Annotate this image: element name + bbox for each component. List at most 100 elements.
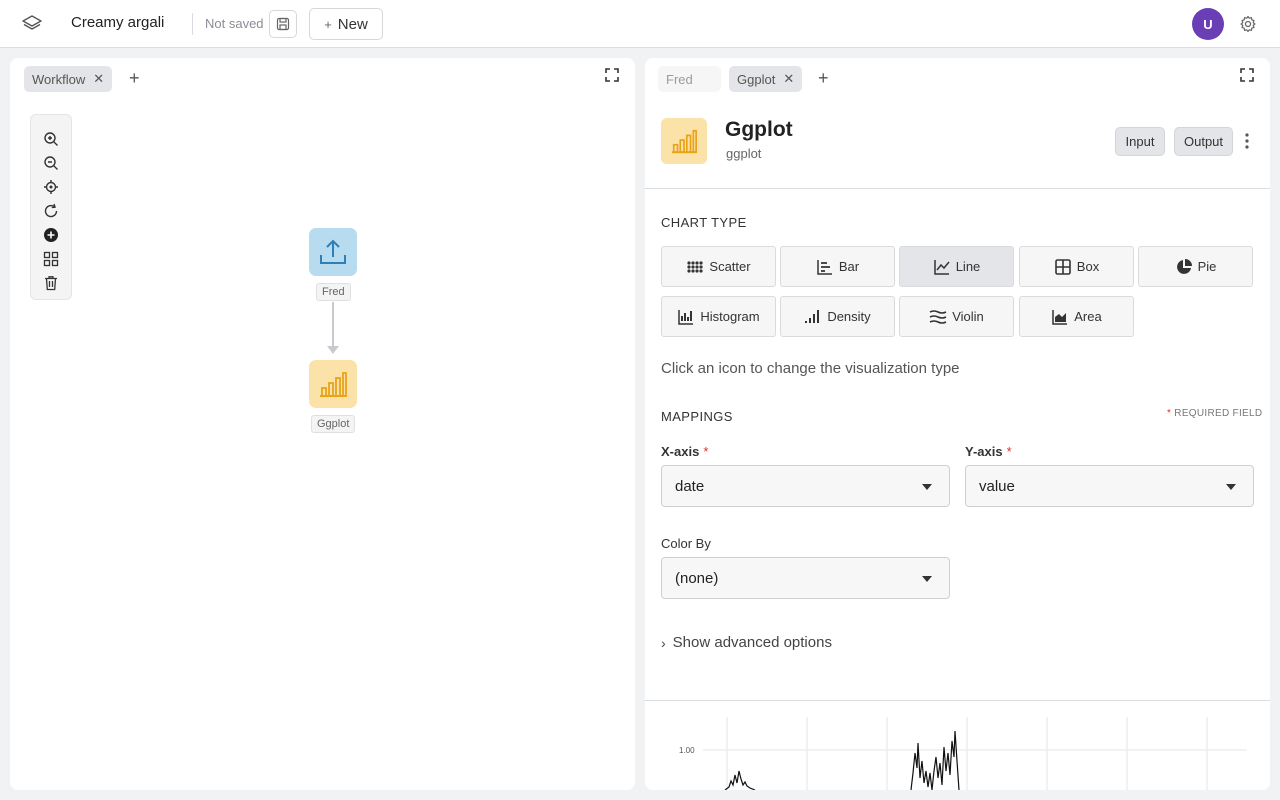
required-star: * [703,444,709,459]
refresh-icon[interactable] [42,202,60,220]
histogram-icon [678,309,694,325]
more-options-icon[interactable] [1245,133,1249,149]
density-icon [805,309,820,323]
close-icon[interactable]: ✕ [93,71,104,87]
fullscreen-icon[interactable] [1240,68,1254,82]
show-advanced-toggle[interactable]: › Show advanced options [661,634,832,651]
node-subtitle: ggplot [726,146,762,161]
chart-type-box[interactable]: Box [1019,246,1134,287]
y-tick-label: 1.00 [679,746,695,755]
box-icon [1054,258,1071,275]
save-icon [276,17,290,31]
chevron-right-icon: › [661,634,666,651]
area-icon [1052,309,1068,325]
input-button[interactable]: Input [1115,127,1165,156]
output-button[interactable]: Output [1174,127,1233,156]
node-label-fred: Fred [316,283,351,301]
chart-type-label: Area [1074,309,1102,324]
chart-type-line[interactable]: Line [899,246,1014,287]
caret-down-icon [922,484,932,490]
chart-type-label: Scatter [709,259,751,274]
line-icon [933,259,950,275]
app-title[interactable]: Creamy argali [71,14,164,31]
color-by-select[interactable]: (none) [661,557,950,599]
caret-down-icon [1226,484,1236,490]
chart-type-label: Box [1076,259,1100,274]
series-line [724,770,756,790]
locate-icon[interactable] [42,178,60,196]
chart-preview: 1.00 [645,713,1270,790]
node-icon [661,118,707,164]
chart-type-label: Violin [952,309,984,324]
chart-type-label: Bar [838,259,860,274]
chart-type-bar[interactable]: Bar [780,246,895,287]
fullscreen-icon[interactable] [605,68,619,82]
chart-type-histogram[interactable]: Histogram [661,296,776,337]
trash-icon[interactable] [42,274,60,292]
detail-panel: Fred Ggplot ✕ + Ggplot ggplot Input Outp… [645,58,1270,790]
new-button-label: New [337,15,368,33]
node-fred[interactable] [309,228,357,276]
chart-type-density[interactable]: Density [780,296,895,337]
scatter-icon [687,260,704,273]
plot-gridlines [703,717,1247,790]
bar-icon [817,259,832,275]
tab-ggplot[interactable]: Ggplot ✕ [729,66,803,92]
required-star: * [1167,408,1172,419]
y-axis-label-text: Y-axis [965,444,1003,459]
new-button[interactable]: + New [309,8,383,40]
y-axis-value: value [979,477,1015,495]
chart-type-pie[interactable]: Pie [1138,246,1253,287]
layers-icon[interactable] [21,14,43,34]
divider [192,13,193,35]
bar-chart-icon [671,129,697,154]
chart-type-label: Histogram [700,309,760,324]
chart-type-label: Pie [1197,259,1217,274]
chart-type-heading: Chart Type [661,215,747,230]
tab-fred[interactable]: Fred [658,66,721,92]
upload-icon [320,239,346,264]
plus-icon: + [324,16,332,32]
avatar[interactable]: U [1192,8,1224,40]
tab-label: Fred [666,71,693,87]
edge-connector [332,302,334,352]
tab-label: Ggplot [737,71,776,87]
show-advanced-label: Show advanced options [672,634,832,651]
required-star: * [1006,444,1012,459]
y-axis-select[interactable]: value [965,465,1254,507]
bar-chart-icon [320,372,347,397]
zoom-out-icon[interactable] [42,154,60,172]
x-axis-label: X-axis * [661,444,708,459]
divider [645,188,1270,189]
save-button[interactable] [269,10,297,38]
caret-down-icon [922,576,932,582]
add-tab-button[interactable]: + [818,68,829,89]
chart-type-area[interactable]: Area [1019,296,1134,337]
gear-icon[interactable] [1239,15,1257,33]
series-line [910,730,960,790]
add-tab-button[interactable]: + [129,68,140,89]
required-field-note: * Required field [1167,408,1262,419]
chart-type-label: Density [827,309,871,324]
x-axis-label-text: X-axis [661,444,700,459]
close-icon[interactable]: ✕ [783,71,794,87]
chart-type-hint: Click an icon to change the visualizatio… [661,360,960,377]
chart-type-scatter[interactable]: Scatter [661,246,776,287]
color-by-value: (none) [675,569,719,587]
required-note-text: Required field [1174,408,1263,419]
x-axis-value: date [675,477,705,495]
y-axis-label: Y-axis * [965,444,1012,459]
canvas-toolbar [30,114,72,300]
x-axis-select[interactable]: date [661,465,950,507]
chart-type-label: Line [955,259,981,274]
save-status: Not saved [205,16,264,31]
node-ggplot[interactable] [309,360,357,408]
add-circle-icon[interactable] [42,226,60,244]
chart-type-violin[interactable]: Violin [899,296,1014,337]
tab-workflow[interactable]: Workflow ✕ [24,66,113,92]
chart-preview-plot: 1.00 [679,717,1247,790]
layout-icon[interactable] [42,250,60,268]
zoom-in-icon[interactable] [42,130,60,148]
top-bar: Creamy argali Not saved + New U [0,0,1280,48]
divider [645,700,1270,701]
